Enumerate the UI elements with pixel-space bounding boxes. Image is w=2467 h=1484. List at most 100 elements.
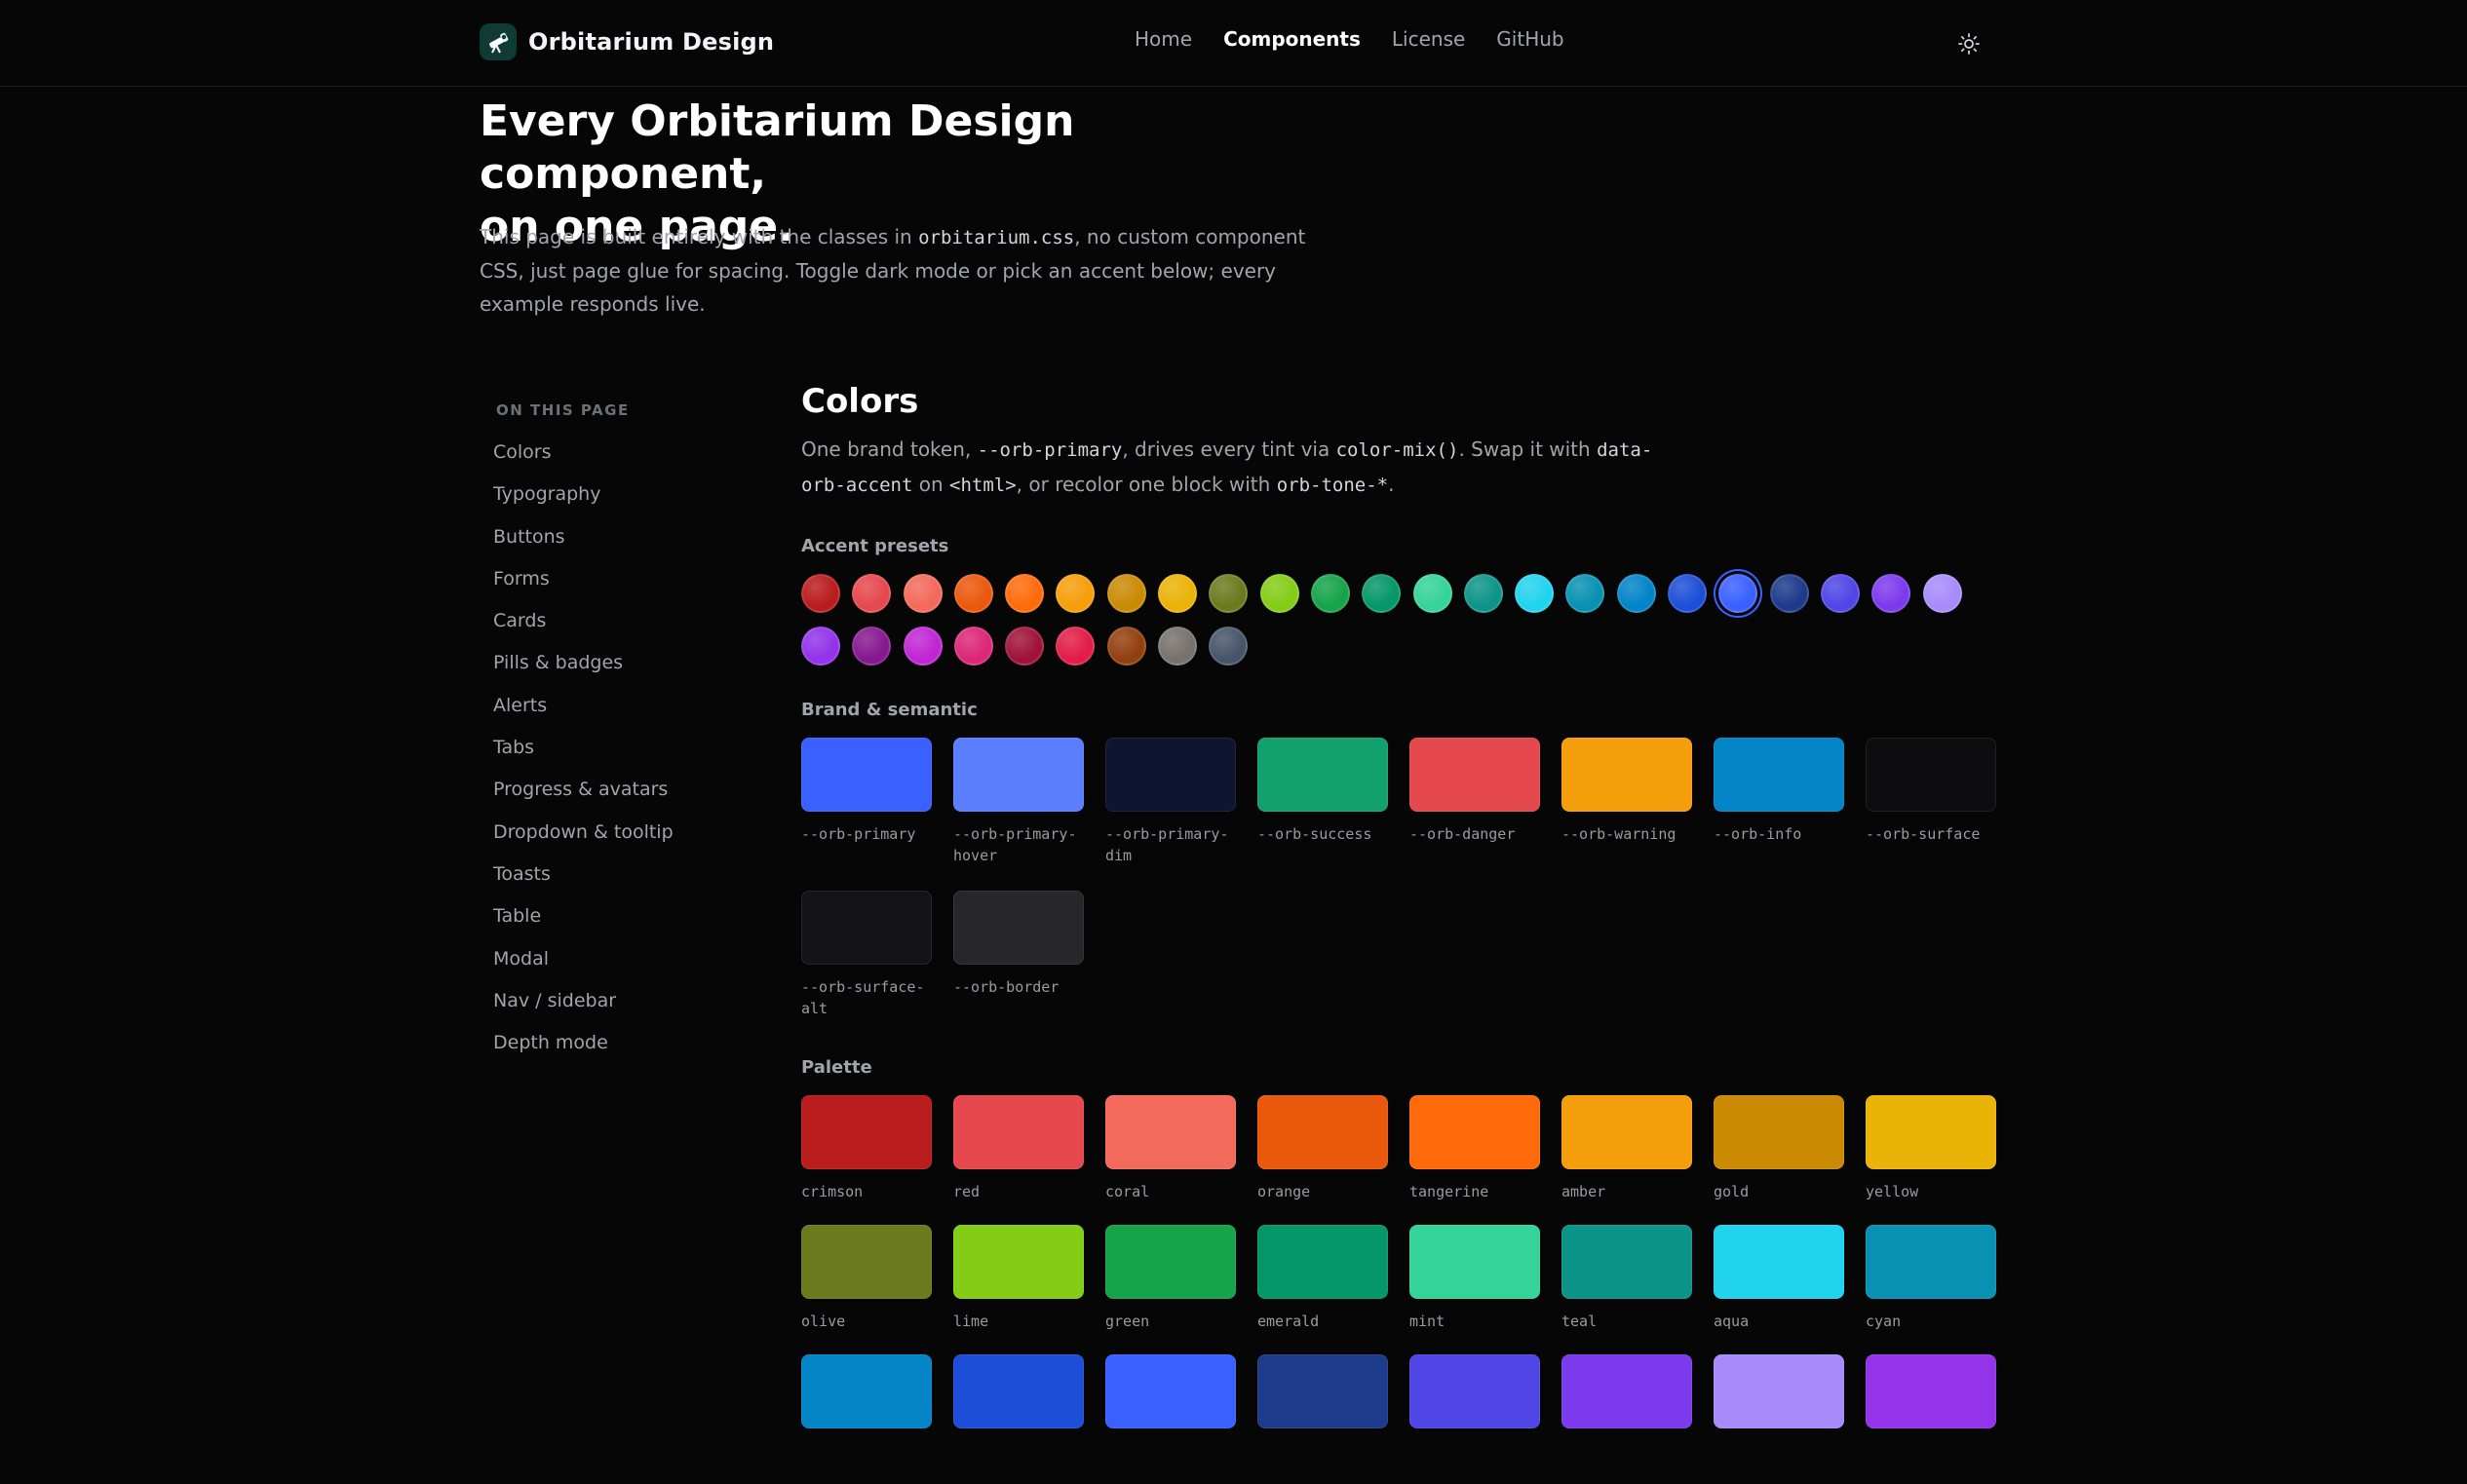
accent-presets-label: Accent presets — [801, 536, 949, 556]
color-swatch-chip — [1105, 1095, 1236, 1169]
color-swatch — [953, 1354, 1084, 1484]
color-swatch: emerald — [1257, 1225, 1388, 1354]
color-swatch: crimson — [801, 1095, 932, 1225]
accent-preset-swatch[interactable] — [852, 574, 892, 613]
accent-preset-swatch[interactable] — [1871, 574, 1911, 613]
toc-item-cards[interactable]: Cards — [492, 607, 746, 649]
accent-preset-swatch[interactable] — [1005, 574, 1045, 613]
color-swatch-name: --orb-border — [953, 978, 1060, 996]
color-swatch: green — [1105, 1225, 1236, 1354]
color-swatch-chip — [953, 738, 1084, 812]
accent-preset-swatch[interactable] — [953, 627, 993, 666]
color-swatch: amber — [1561, 1095, 1692, 1225]
accent-preset-swatch[interactable] — [1463, 574, 1503, 613]
toc-item-forms[interactable]: Forms — [492, 565, 746, 607]
accent-presets — [801, 574, 2000, 666]
toc-item-depth-mode[interactable]: Depth mode — [492, 1029, 746, 1071]
color-swatch — [1714, 1354, 1844, 1484]
nav-link-github[interactable]: GitHub — [1496, 27, 1563, 51]
color-swatch-chip — [1866, 738, 1996, 812]
brand-semantic-label: Brand & semantic — [801, 700, 978, 720]
accent-preset-swatch[interactable] — [1158, 627, 1198, 666]
accent-preset-swatch[interactable] — [1515, 574, 1555, 613]
accent-preset-swatch[interactable] — [1820, 574, 1860, 613]
accent-preset-swatch[interactable] — [1056, 574, 1096, 613]
accent-preset-swatch[interactable] — [1209, 574, 1249, 613]
color-swatch: gold — [1714, 1095, 1844, 1225]
color-swatch: --orb-surface — [1866, 738, 1996, 891]
color-swatch-chip — [801, 738, 932, 812]
nav-link-home[interactable]: Home — [1135, 27, 1192, 51]
accent-preset-swatch[interactable] — [953, 574, 993, 613]
accent-preset-swatch[interactable] — [852, 627, 892, 666]
toc-item-dropdown-tooltip[interactable]: Dropdown & tooltip — [492, 818, 746, 860]
color-swatch-chip — [1409, 738, 1540, 812]
accent-preset-swatch[interactable] — [1362, 574, 1402, 613]
color-swatch-name: gold — [1714, 1183, 1750, 1200]
intro-code: orbitarium.css — [918, 227, 1075, 248]
toc-item-modal[interactable]: Modal — [492, 945, 746, 987]
color-swatch-name: yellow — [1866, 1183, 1919, 1200]
nav-link-license[interactable]: License — [1392, 27, 1465, 51]
accent-preset-swatch[interactable] — [1668, 574, 1708, 613]
color-swatch-name: aqua — [1714, 1313, 1750, 1330]
accent-preset-swatch[interactable] — [801, 574, 840, 613]
color-swatch-name: --orb-info — [1714, 825, 1802, 843]
color-swatch-name: --orb-surface-alt — [801, 978, 925, 1017]
toc-item-alerts[interactable]: Alerts — [492, 692, 746, 734]
accent-preset-swatch[interactable] — [1209, 627, 1249, 666]
color-swatch-chip — [1409, 1225, 1540, 1299]
color-swatch-chip — [1105, 1225, 1236, 1299]
color-swatch-chip — [1714, 1354, 1844, 1428]
accent-preset-swatch[interactable] — [1565, 574, 1605, 613]
toc-item-toasts[interactable]: Toasts — [492, 860, 746, 902]
accent-preset-swatch[interactable] — [1158, 574, 1198, 613]
color-swatch-chip — [801, 1095, 932, 1169]
toc-item-pills-badges[interactable]: Pills & badges — [492, 649, 746, 691]
accent-preset-swatch[interactable] — [1922, 574, 1962, 613]
color-swatch: coral — [1105, 1095, 1236, 1225]
accent-preset-swatch[interactable] — [903, 574, 943, 613]
color-swatch-chip — [1257, 1225, 1388, 1299]
accent-preset-swatch[interactable] — [1106, 627, 1146, 666]
toc-item-buttons[interactable]: Buttons — [492, 523, 746, 565]
accent-preset-swatch[interactable] — [1310, 574, 1350, 613]
toc-item-tabs[interactable]: Tabs — [492, 734, 746, 776]
palette-label: Palette — [801, 1057, 872, 1078]
accent-preset-swatch[interactable] — [1412, 574, 1452, 613]
color-swatch-chip — [1561, 738, 1692, 812]
color-swatch-name: lime — [953, 1313, 989, 1330]
accent-preset-swatch[interactable] — [1056, 627, 1096, 666]
toc-item-typography[interactable]: Typography — [492, 480, 746, 522]
color-swatch: --orb-primary — [801, 738, 932, 891]
toc-item-colors[interactable]: Colors — [492, 438, 746, 480]
accent-preset-swatch[interactable] — [1769, 574, 1809, 613]
color-swatch-chip — [1714, 738, 1844, 812]
color-swatch-name: emerald — [1257, 1313, 1320, 1330]
intro-text: This page is built entirely with the cla… — [480, 225, 919, 248]
color-swatch-chip — [801, 1225, 932, 1299]
color-swatch-name: red — [953, 1183, 981, 1200]
color-swatch: teal — [1561, 1225, 1692, 1354]
toc-item-progress-avatars[interactable]: Progress & avatars — [492, 776, 746, 818]
brand-name: Orbitarium Design — [528, 28, 775, 56]
color-swatch-name: orange — [1257, 1183, 1311, 1200]
theme-toggle-button[interactable] — [1953, 28, 1985, 59]
accent-preset-swatch[interactable] — [1718, 574, 1758, 613]
desc-code: --orb-primary — [977, 439, 1123, 461]
toc-item-table[interactable]: Table — [492, 902, 746, 944]
toc-item-nav-sidebar[interactable]: Nav / sidebar — [492, 987, 746, 1029]
color-swatch-chip — [953, 1225, 1084, 1299]
accent-preset-swatch[interactable] — [1106, 574, 1146, 613]
accent-preset-swatch[interactable] — [1259, 574, 1299, 613]
color-swatch: orange — [1257, 1095, 1388, 1225]
telescope-icon — [480, 23, 517, 60]
accent-preset-swatch[interactable] — [1616, 574, 1656, 613]
accent-preset-swatch[interactable] — [1005, 627, 1045, 666]
brand-home-link[interactable]: Orbitarium Design — [480, 23, 774, 60]
nav-link-components[interactable]: Components — [1223, 27, 1361, 51]
color-swatch-name: amber — [1561, 1183, 1606, 1200]
accent-preset-swatch[interactable] — [903, 627, 943, 666]
accent-preset-swatch[interactable] — [801, 627, 840, 666]
color-swatch: --orb-primary-dim — [1105, 738, 1236, 891]
